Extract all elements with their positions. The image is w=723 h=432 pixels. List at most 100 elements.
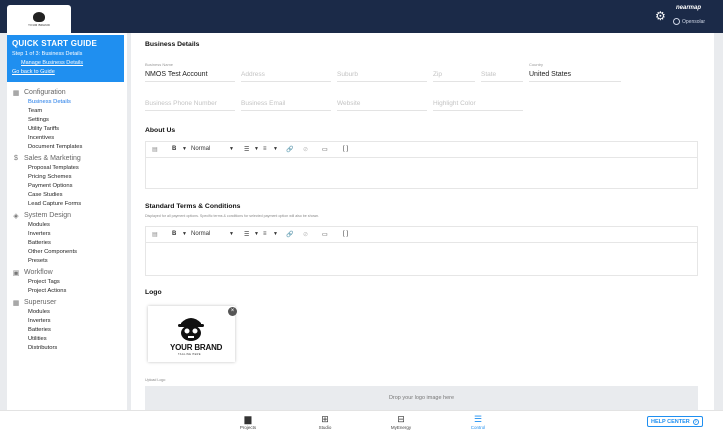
link-icon[interactable]: 🔗 xyxy=(286,231,303,238)
business-name-field[interactable]: NMOS Test Account xyxy=(145,71,208,78)
sidebar-nav: ▦ Configuration Business Details Team Se… xyxy=(7,86,127,353)
help-center-button[interactable]: HELP CENTER ? xyxy=(647,416,703,427)
country-select[interactable]: United States xyxy=(529,71,571,78)
org-label: Opensolar xyxy=(682,18,706,25)
nav-projects[interactable]: ▆ Projects xyxy=(228,415,268,431)
nav-control[interactable]: ☰ Control xyxy=(458,414,498,431)
question-icon: ? xyxy=(692,418,699,425)
sidebar-item-proposal-templates[interactable]: Proposal Templates xyxy=(7,164,127,173)
sidebar-item-case-studies[interactable]: Case Studies xyxy=(7,191,127,200)
business-phone-field[interactable]: Business Phone Number xyxy=(145,100,217,107)
sidebar-section-superuser[interactable]: ▦ Superuser xyxy=(7,297,127,308)
sidebar-item-modules[interactable]: Modules xyxy=(7,221,127,230)
sidebar-item-lead-capture-forms[interactable]: Lead Capture Forms xyxy=(7,200,127,209)
sidebar-item-su-distributors[interactable]: Distributors xyxy=(7,344,127,353)
website-field[interactable]: Website xyxy=(337,100,360,107)
gear-icon[interactable]: ⚙ xyxy=(655,10,667,22)
terms-note: Displayed for all payment options. Speci… xyxy=(145,214,320,218)
input-underline xyxy=(241,81,331,82)
chevron-down-icon[interactable]: ▼ xyxy=(229,146,244,152)
section-label: System Design xyxy=(24,212,72,219)
sidebar-item-settings[interactable]: Settings xyxy=(7,116,127,125)
logo-dropzone[interactable]: Drop your logo image here xyxy=(145,386,698,410)
align-icon[interactable]: ≡ xyxy=(263,146,273,152)
source-icon[interactable]: ▤ xyxy=(152,146,164,153)
logo-brand-sub: TAGLINE HERE xyxy=(178,353,201,356)
quick-start-step: Step 1 of 3: Business Details xyxy=(12,51,83,57)
list-icon[interactable]: ☰ xyxy=(244,231,254,238)
country-label: Country xyxy=(529,62,544,67)
sidebar-item-su-modules[interactable]: Modules xyxy=(7,308,127,317)
code-block-icon[interactable]: [ ] xyxy=(343,146,353,152)
remove-logo-icon[interactable]: × xyxy=(228,307,237,316)
terms-toolbar: ▤ B ▼ Normal ▼ ☰ ▼ ≡ ▼ 🔗 ⊘ ▭ [ ] xyxy=(152,227,353,241)
table-icon[interactable]: ▭ xyxy=(322,146,343,153)
myenergy-icon: ⊟ xyxy=(397,414,405,424)
sidebar-item-batteries[interactable]: Batteries xyxy=(7,239,127,248)
top-bar: YOUR BRAND ⚙ nearmap Opensolar xyxy=(0,0,723,33)
chevron-down-icon[interactable]: ▼ xyxy=(273,231,286,237)
bold-icon[interactable]: B xyxy=(172,231,182,237)
section-label: Sales & Marketing xyxy=(24,155,81,162)
input-underline xyxy=(241,110,331,111)
chevron-down-icon[interactable]: ▼ xyxy=(229,231,244,237)
sidebar-section-system-design[interactable]: ◈ System Design xyxy=(7,210,127,221)
sidebar-item-project-tags[interactable]: Project Tags xyxy=(7,278,127,287)
input-underline xyxy=(529,81,621,82)
align-icon[interactable]: ≡ xyxy=(263,231,273,237)
bottom-nav: ▆ Projects ⊞ Studio ⊟ MyEnergy ☰ Control… xyxy=(0,410,723,432)
format-select[interactable]: Normal xyxy=(191,231,229,237)
suburb-field[interactable]: Suburb xyxy=(337,71,358,78)
chevron-down-icon[interactable]: ▼ xyxy=(254,231,263,237)
code-block-icon[interactable]: [ ] xyxy=(343,231,353,237)
sidebar-item-su-batteries[interactable]: Batteries xyxy=(7,326,127,335)
sidebar-item-document-templates[interactable]: Document Templates xyxy=(7,143,127,152)
input-underline xyxy=(433,110,523,111)
nav-label: Studio xyxy=(318,425,332,430)
back-to-guide-link[interactable]: Go back to Guide xyxy=(12,69,119,75)
org-switcher[interactable]: Opensolar xyxy=(673,18,705,25)
link-icon[interactable]: 🔗 xyxy=(286,146,303,153)
business-email-field[interactable]: Business Email xyxy=(241,100,285,107)
sidebar-item-inverters[interactable]: Inverters xyxy=(7,230,127,239)
nav-label: MyEnergy xyxy=(390,425,412,430)
source-icon[interactable]: ▤ xyxy=(152,231,164,238)
company-logo[interactable]: YOUR BRAND xyxy=(7,5,71,33)
state-field[interactable]: State xyxy=(481,71,496,78)
list-icon[interactable]: ☰ xyxy=(244,146,254,153)
highlight-color-field[interactable]: Highlight Color xyxy=(433,100,476,107)
sidebar-item-team[interactable]: Team xyxy=(7,107,127,116)
sidebar-section-sales[interactable]: $ Sales & Marketing xyxy=(7,153,127,164)
building-icon: ▦ xyxy=(12,299,20,307)
sidebar-item-pricing-schemes[interactable]: Pricing Schemes xyxy=(7,173,127,182)
input-underline xyxy=(145,110,235,111)
control-icon: ☰ xyxy=(473,414,483,424)
sidebar-item-utility-tariffs[interactable]: Utility Tariffs xyxy=(7,125,127,134)
address-field[interactable]: Address xyxy=(241,71,265,78)
format-select[interactable]: Normal xyxy=(191,146,229,152)
quick-start-title: QUICK START GUIDE xyxy=(12,39,98,48)
zip-field[interactable]: Zip xyxy=(433,71,442,78)
unlink-icon[interactable]: ⊘ xyxy=(303,231,322,238)
sidebar-item-payment-options[interactable]: Payment Options xyxy=(7,182,127,191)
sidebar-item-presets[interactable]: Presets xyxy=(7,257,127,266)
chevron-down-icon[interactable]: ▼ xyxy=(182,231,191,237)
chevron-down-icon[interactable]: ▼ xyxy=(182,146,191,152)
manage-business-details-link[interactable]: Manage Business Details xyxy=(21,60,119,66)
help-center-label: HELP CENTER xyxy=(651,418,690,425)
nav-myenergy[interactable]: ⊟ MyEnergy xyxy=(381,414,421,431)
unlink-icon[interactable]: ⊘ xyxy=(303,146,322,153)
sidebar-item-su-inverters[interactable]: Inverters xyxy=(7,317,127,326)
sidebar-section-configuration[interactable]: ▦ Configuration xyxy=(7,87,127,98)
sidebar-item-project-actions[interactable]: Project Actions xyxy=(7,287,127,296)
chevron-down-icon[interactable]: ▼ xyxy=(254,146,263,152)
table-icon[interactable]: ▭ xyxy=(322,231,343,238)
bold-icon[interactable]: B xyxy=(172,146,182,152)
sidebar-item-su-utilities[interactable]: Utilities xyxy=(7,335,127,344)
sidebar-item-business-details[interactable]: Business Details xyxy=(7,98,127,107)
sidebar-item-incentives[interactable]: Incentives xyxy=(7,134,127,143)
sidebar-section-workflow[interactable]: ▣ Workflow xyxy=(7,267,127,278)
chevron-down-icon[interactable]: ▼ xyxy=(273,146,286,152)
sidebar-item-other-components[interactable]: Other Components xyxy=(7,248,127,257)
nav-studio[interactable]: ⊞ Studio xyxy=(305,415,345,431)
